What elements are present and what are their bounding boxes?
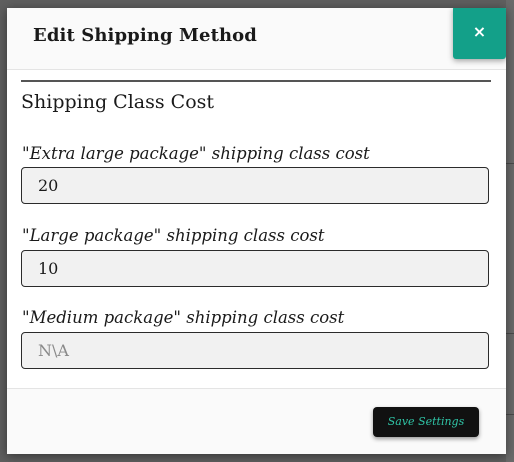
background-divider [506,163,514,164]
extra-large-package-cost-label: "Extra large package" shipping class cos… [22,144,370,163]
medium-package-cost-label: "Medium package" shipping class cost [22,308,345,327]
background-divider [506,333,514,334]
edit-shipping-method-modal: Edit Shipping Method Shipping Class Cost… [7,8,506,454]
large-package-cost-label: "Large package" shipping class cost [22,226,325,245]
section-divider [21,80,491,82]
medium-package-cost-input[interactable] [21,332,489,369]
close-icon: × [472,22,487,41]
background-page-edge [506,0,514,462]
large-package-cost-input[interactable] [21,250,489,287]
modal-header: Edit Shipping Method [7,8,506,70]
close-button[interactable]: × [453,8,506,59]
modal-body[interactable]: Shipping Class Cost "Extra large package… [7,70,506,388]
save-settings-button[interactable]: Save Settings [373,407,479,437]
section-title: Shipping Class Cost [21,91,215,113]
extra-large-package-cost-input[interactable] [21,167,489,204]
modal-title: Edit Shipping Method [33,25,257,46]
background-divider [506,414,514,415]
modal-footer: Save Settings [7,388,506,454]
